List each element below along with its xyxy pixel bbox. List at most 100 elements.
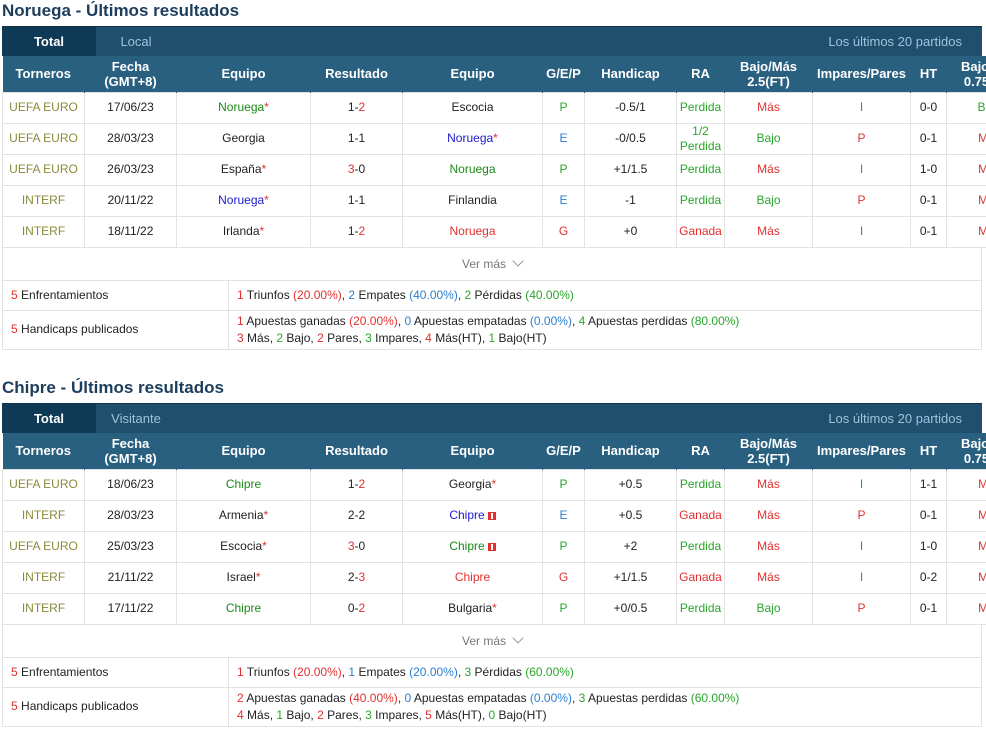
table-row: UEFA EURO 28/03/23 Georgia 1-1 Noruega* E -0/0…	[2, 122, 986, 155]
date-cell: 18/06/23	[84, 468, 177, 501]
summary-text: ,	[571, 313, 579, 328]
tournament-cell[interactable]: UEFA EURO	[2, 122, 85, 155]
summary-value: (40.00%)	[525, 287, 574, 302]
tournament-cell[interactable]: INTERF	[2, 561, 85, 594]
score-cell[interactable]: 3-0	[310, 530, 403, 563]
summary-text: Bajo,	[283, 330, 318, 345]
tournament-cell[interactable]: UEFA EURO	[2, 468, 85, 501]
halftime-cell: 0-1	[910, 215, 947, 248]
score-cell[interactable]: 2-2	[310, 499, 403, 532]
handicap-cell: +2	[584, 530, 677, 563]
away-team-cell: Georgia*	[402, 468, 543, 501]
chevron-down-icon	[512, 254, 524, 267]
home-team-name[interactable]: Escocia	[220, 539, 262, 553]
tab-last-20[interactable]: Los últimos 20 partidos	[828, 27, 982, 56]
result-letter-cell: P	[542, 91, 585, 124]
section-away: Chipre - Últimos resultados Total Visitant…	[2, 377, 986, 727]
summary-text: Apuestas perdidas	[585, 313, 691, 328]
tournament-cell[interactable]: UEFA EURO	[2, 91, 85, 124]
score-cell[interactable]: 1-2	[310, 468, 403, 501]
tab-total[interactable]: Total	[2, 27, 96, 56]
summary-value: (80.00%)	[690, 313, 740, 328]
summary-text: Pérdidas	[471, 664, 526, 679]
score-cell[interactable]: 1-2	[310, 91, 403, 124]
over-under-ht-cell: Más	[946, 530, 986, 563]
table-header-row: Torneros Fecha (GMT+8) Equipo Resultado Equip…	[2, 56, 986, 92]
neutral-flag-icon	[487, 511, 496, 520]
tab-total[interactable]: Total	[2, 404, 96, 433]
table-row: UEFA EURO 26/03/23 España* 3-0 Noruega P +1/1.…	[2, 153, 986, 186]
home-team-name[interactable]: Israel	[226, 570, 255, 584]
home-team-name[interactable]: Armenia	[219, 508, 264, 522]
home-team-name[interactable]: Chipre	[226, 601, 261, 615]
home-team-name[interactable]: Chipre	[226, 477, 261, 491]
handicap-cell: +1/1.5	[584, 561, 677, 594]
ver-mas-button[interactable]: Ver más	[2, 247, 982, 280]
halftime-cell: 1-0	[910, 153, 947, 186]
away-home-marker: *	[491, 477, 497, 491]
tab-last-20[interactable]: Los últimos 20 partidos	[828, 404, 982, 433]
column-header: Equipo	[176, 433, 311, 469]
over-under-ht-cell: Más	[946, 184, 986, 217]
home-team-name[interactable]: Irlanda	[223, 224, 260, 238]
tournament-cell[interactable]: UEFA EURO	[2, 530, 85, 563]
score-away: 2	[358, 224, 366, 238]
table-row: INTERF 20/11/22 Noruega* 1-1 Finlandia E -1 Per…	[2, 184, 986, 217]
odd-even-cell: I	[812, 468, 911, 501]
summary-value: 1	[237, 664, 244, 679]
home-team-name[interactable]: Noruega	[218, 193, 264, 207]
column-header: Bajo/Más 2.5(FT)	[724, 433, 813, 469]
away-team-name[interactable]: Georgia	[449, 477, 492, 491]
away-team-name[interactable]: Noruega	[449, 224, 495, 238]
score-cell[interactable]: 0-2	[310, 592, 403, 625]
away-team-name[interactable]: Escocia	[451, 100, 493, 114]
score-cell[interactable]: 1-1	[310, 122, 403, 155]
score-cell[interactable]: 1-1	[310, 184, 403, 217]
table-row: INTERF 17/11/22 Chipre 0-2 Bulgaria* P +0/0.5 P…	[2, 592, 986, 625]
handicap-cell: +0.5	[584, 499, 677, 532]
summary-text: Más(HT),	[431, 707, 489, 722]
away-team-name[interactable]: Noruega	[449, 162, 495, 176]
score-cell[interactable]: 3-0	[310, 153, 403, 186]
result-letter-cell: E	[542, 184, 585, 217]
home-team-name[interactable]: Georgia	[222, 131, 265, 145]
away-team-name[interactable]: Chipre	[449, 539, 484, 553]
away-team-name[interactable]: Noruega	[447, 131, 493, 145]
away-team-name[interactable]: Chipre	[449, 508, 484, 522]
away-team-name[interactable]: Bulgaria	[448, 601, 492, 615]
tab-side[interactable]: Local	[96, 27, 176, 56]
score-away: 1	[358, 131, 366, 145]
halftime-cell: 0-2	[910, 561, 947, 594]
score-away: 2	[358, 477, 366, 491]
tab-side[interactable]: Visitante	[96, 404, 176, 433]
home-team-cell: Irlanda*	[176, 215, 311, 248]
halftime-cell: 0-1	[910, 184, 947, 217]
odd-even-cell: P	[812, 122, 911, 155]
home-team-name[interactable]: Noruega	[218, 100, 264, 114]
over-under-ft-cell: Más	[724, 530, 813, 563]
tournament-cell[interactable]: INTERF	[2, 184, 85, 217]
summary-text: Bajo(HT)	[495, 707, 547, 722]
tournament-cell[interactable]: UEFA EURO	[2, 153, 85, 186]
score-away: 2	[358, 100, 366, 114]
summary-text: Pares,	[323, 707, 366, 722]
ver-mas-button[interactable]: Ver más	[2, 624, 982, 657]
score-cell[interactable]: 2-3	[310, 561, 403, 594]
tournament-cell[interactable]: INTERF	[2, 592, 85, 625]
summary-text: Apuestas perdidas	[585, 690, 691, 705]
away-team-name[interactable]: Finlandia	[448, 193, 497, 207]
section-home: Noruega - Últimos resultados Total Local Lo…	[2, 0, 986, 350]
odd-even-cell: I	[812, 530, 911, 563]
home-team-name[interactable]: España	[221, 162, 262, 176]
tournament-cell[interactable]: INTERF	[2, 215, 85, 248]
tournament-cell[interactable]: INTERF	[2, 499, 85, 532]
score-cell[interactable]: 1-2	[310, 215, 403, 248]
table-row: INTERF 21/11/22 Israel* 2-3 Chipre G +1/1.5 Gan…	[2, 561, 986, 594]
home-home-marker: *	[259, 224, 265, 238]
table-row: UEFA EURO 25/03/23 Escocia* 3-0 Chipre P +2 Per…	[2, 530, 986, 563]
handicap-cell: +0	[584, 215, 677, 248]
summary-values: 1 Apuestas ganadas (20.00%), 0 Apuestas …	[228, 309, 982, 350]
away-team-name[interactable]: Chipre	[455, 570, 490, 584]
summary-text: Impares,	[371, 330, 426, 345]
column-header: Fecha (GMT+8)	[84, 433, 177, 469]
